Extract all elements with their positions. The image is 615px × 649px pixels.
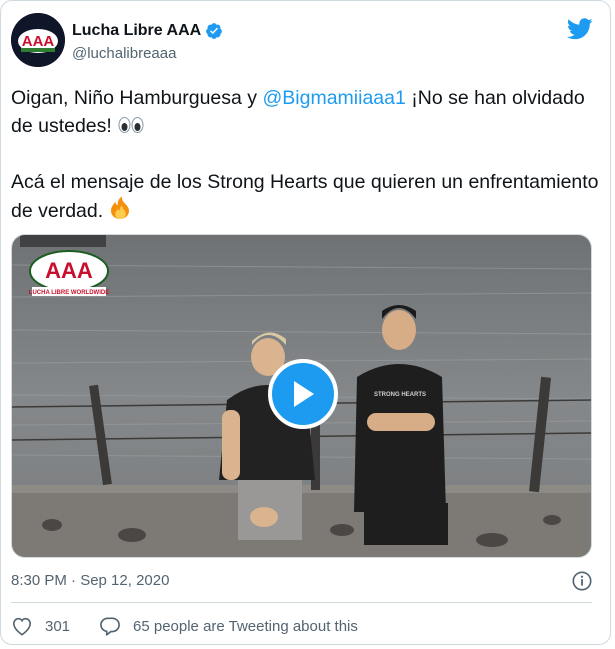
aaa-watermark-logo: AAA LUCHA LIBRE WORLDWIDE: [29, 250, 109, 296]
author-handle[interactable]: @luchalibreaaa: [72, 45, 176, 62]
tweet-timestamp[interactable]: 8:30 PM · Sep 12, 2020: [11, 572, 169, 589]
fire-emoji-icon: [110, 196, 129, 219]
like-count: 301: [45, 617, 71, 635]
tweet-card: AAA Lucha Libre AAA @luchalibreaaa Oigan…: [0, 0, 611, 645]
svg-text:STRONG HEARTS: STRONG HEARTS: [374, 392, 426, 398]
svg-text:AAA: AAA: [22, 33, 55, 50]
svg-text:AAA: AAA: [45, 258, 93, 283]
reply-bubble-icon: [100, 617, 120, 636]
video-player[interactable]: STRONG HEARTS AAA LUCHA LIBRE WORLDWIDE: [11, 234, 592, 558]
twitter-bird-icon[interactable]: [567, 18, 593, 40]
verified-badge-icon: [206, 23, 223, 39]
tweet-paragraph-2: Acá el mensaje de los Strong Hearts que …: [11, 168, 601, 225]
heart-icon: [12, 617, 32, 636]
aaa-logo-icon: AAA: [11, 13, 65, 67]
like-action[interactable]: 301: [11, 616, 70, 636]
tweet-text-segment: Oigan, Niño Hamburguesa y: [11, 87, 263, 109]
author-display-name[interactable]: Lucha Libre AAA: [72, 22, 201, 40]
tweet-text: Oigan, Niño Hamburguesa y @Bigmamiiaaa1 …: [11, 84, 601, 225]
author-name-row: Lucha Libre AAA: [72, 22, 223, 40]
tweeting-about-text: 65 people are Tweeting about this: [133, 617, 358, 635]
tweet-text-segment: Acá el mensaje de los Strong Hearts que …: [11, 171, 599, 222]
reply-action[interactable]: 65 people are Tweeting about this: [99, 616, 358, 636]
info-icon[interactable]: [571, 570, 593, 592]
play-icon: [294, 381, 314, 407]
divider: [11, 602, 592, 603]
eyes-emoji-icon: [118, 117, 144, 133]
play-button[interactable]: [268, 359, 338, 429]
avatar[interactable]: AAA: [11, 13, 65, 67]
mention-link[interactable]: @Bigmamiiaaa1: [262, 87, 405, 109]
tweet-paragraph-1: Oigan, Niño Hamburguesa y @Bigmamiiaaa1 …: [11, 84, 601, 140]
svg-text:LUCHA LIBRE WORLDWIDE: LUCHA LIBRE WORLDWIDE: [29, 290, 109, 296]
